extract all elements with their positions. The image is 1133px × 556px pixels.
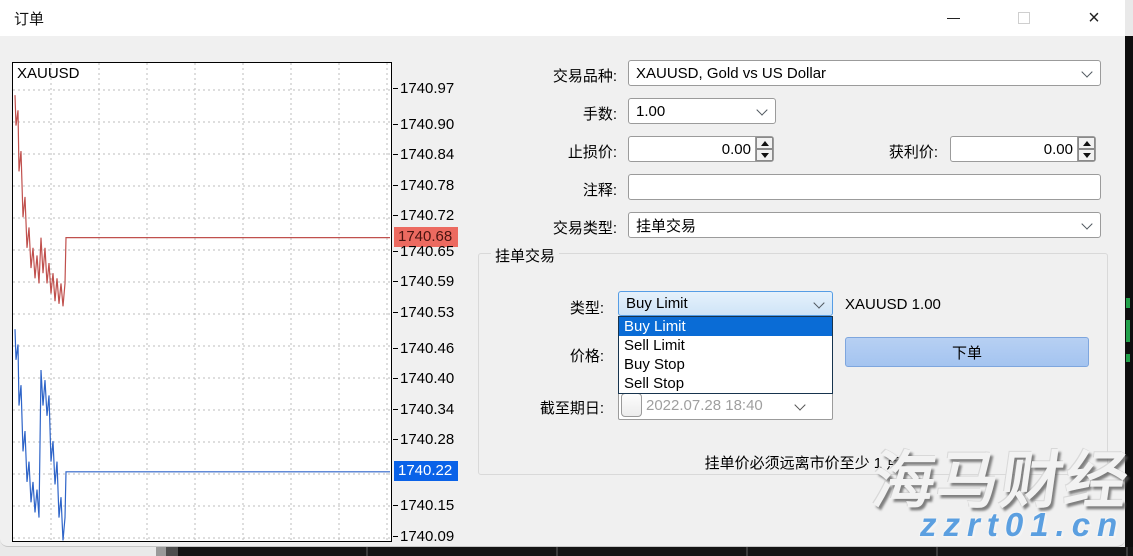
expiry-value: 2022.07.28 18:40 [642,397,784,414]
stop-loss-spinner [755,137,773,161]
maximize-icon [1018,12,1030,24]
background-candle [1126,354,1130,362]
chevron-down-icon [756,104,767,115]
chevron-down-icon [1081,218,1092,229]
price-chart: XAUUSD [12,62,392,542]
axis-tick-label: 1740.53 [400,304,454,322]
order-type-combobox[interactable]: Buy Limit [618,291,833,316]
arrow-up-icon [761,141,769,146]
axis-tick-label: 1740.59 [400,273,454,291]
close-icon: × [1088,8,1100,28]
dropdown-option[interactable]: Buy Stop [619,355,832,374]
place-order-button[interactable]: 下单 [845,337,1089,367]
price-axis: 1740.68 1740.22 1740.971740.901740.84174… [394,62,464,542]
volume-value: 1.00 [636,103,665,120]
trade-type-value: 挂单交易 [636,215,696,236]
spin-up-button[interactable] [756,137,773,149]
axis-tick-label: 1740.28 [400,431,454,449]
symbol-label: 交易品种: [553,65,617,86]
order-summary: XAUUSD 1.00 [845,296,941,313]
comment-label: 注释: [583,179,617,200]
chevron-down-icon [1081,66,1092,77]
trade-type-label: 交易类型: [553,217,617,238]
dropdown-option[interactable]: Buy Limit [619,317,832,336]
group-title: 挂单交易 [491,245,559,266]
axis-tick-label: 1740.65 [400,243,454,261]
arrow-down-icon [1083,153,1091,158]
spin-down-button[interactable] [756,149,773,161]
dropdown-option[interactable]: Sell Stop [619,374,832,393]
price-label: 价格: [570,345,604,366]
background-window-bottom-bar [178,547,1133,556]
minimize-icon [947,18,960,19]
take-profit-spinner [1077,137,1095,161]
dropdown-option[interactable]: Sell Limit [619,336,832,355]
background-candle [1126,298,1130,308]
close-button[interactable]: × [1071,0,1117,36]
maximize-button[interactable] [1001,0,1047,36]
watermark-site: zzrt01.cn [920,506,1124,544]
axis-tick-label: 1740.84 [400,146,454,164]
expiry-label: 截至期日: [540,397,604,418]
expiry-checkbox[interactable] [621,393,642,417]
axis-tick-label: 1740.34 [400,401,454,419]
spin-up-button[interactable] [1078,137,1095,149]
take-profit-label: 获利价: [889,141,938,162]
spin-down-button[interactable] [1078,149,1095,161]
axis-tick-label: 1740.90 [400,116,454,134]
chart-canvas [13,63,391,541]
arrow-down-icon [761,153,769,158]
bid-price-tag: 1740.22 [394,461,458,481]
arrow-up-icon [1083,141,1091,146]
symbol-combobox[interactable]: XAUUSD, Gold vs US Dollar [628,60,1101,86]
background-candle [1126,320,1130,342]
stop-loss-value: 0.00 [629,141,755,158]
screen: 订单 × XAUUSD 1740.68 1740.22 1740.971740.… [0,0,1133,556]
expiry-field: 2022.07.28 18:40 [618,390,833,420]
chart-symbol-label: XAUUSD [17,65,80,82]
window-title: 订单 [14,8,44,29]
axis-tick-label: 1740.78 [400,177,454,195]
chevron-down-icon[interactable] [794,399,805,410]
order-type-value: Buy Limit [626,295,688,312]
stop-loss-field[interactable]: 0.00 [628,136,774,162]
order-type-dropdown: Buy LimitSell LimitBuy StopSell Stop [618,316,833,394]
order-type-label: 类型: [570,297,604,318]
take-profit-field[interactable]: 0.00 [950,136,1096,162]
stop-loss-label: 止损价: [568,141,617,162]
axis-tick-label: 1740.15 [400,497,454,515]
titlebar: 订单 × [0,0,1125,36]
volume-combobox[interactable]: 1.00 [628,98,776,124]
chevron-down-icon [813,297,824,308]
axis-tick-label: 1740.97 [400,80,454,98]
volume-label: 手数: [583,103,617,124]
symbol-value: XAUUSD, Gold vs US Dollar [636,65,826,82]
take-profit-value: 0.00 [951,141,1077,158]
comment-input[interactable] [628,174,1101,200]
background-window-blocks [156,547,178,556]
axis-tick-label: 1740.40 [400,370,454,388]
axis-tick-label: 1740.72 [400,207,454,225]
minimize-button[interactable] [930,0,976,36]
trade-type-combobox[interactable]: 挂单交易 [628,212,1101,238]
axis-tick-label: 1740.46 [400,340,454,358]
axis-tick-label: 1740.09 [400,528,454,546]
